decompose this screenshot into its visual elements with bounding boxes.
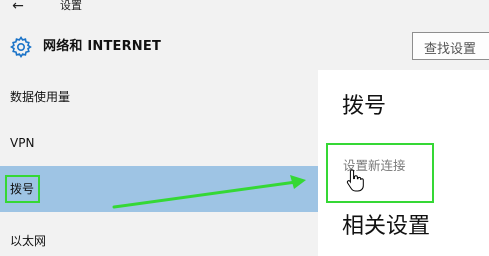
sidebar-item-label: VPN xyxy=(10,136,35,150)
section-title: 网络和 INTERNET xyxy=(43,39,162,54)
content-heading: 拨号 xyxy=(342,94,387,119)
search-input[interactable]: 查找设置 xyxy=(412,32,489,60)
sidebar-item-ethernet[interactable]: 以太网 xyxy=(0,218,318,256)
back-button[interactable]: ← xyxy=(6,0,30,16)
related-settings-heading: 相关设置 xyxy=(342,214,431,239)
annotation-arrow-icon xyxy=(112,175,306,209)
search-placeholder: 查找设置 xyxy=(424,42,477,57)
sidebar-item-vpn[interactable]: VPN xyxy=(0,120,318,166)
sidebar-item-label: 拨号 xyxy=(10,182,35,196)
hand-cursor-icon xyxy=(346,169,364,192)
sidebar-item-label: 数据使用量 xyxy=(10,90,71,104)
window-title: 设置 xyxy=(60,0,82,12)
sidebar-item-data-usage[interactable]: 数据使用量 xyxy=(0,74,318,120)
settings-window: ← 设置 网络和 INTERNET 查找设置 数据使用量 VPN 拨号 以太网 … xyxy=(0,0,489,256)
sidebar-item-label: 以太网 xyxy=(10,234,47,248)
gear-icon xyxy=(10,36,32,58)
